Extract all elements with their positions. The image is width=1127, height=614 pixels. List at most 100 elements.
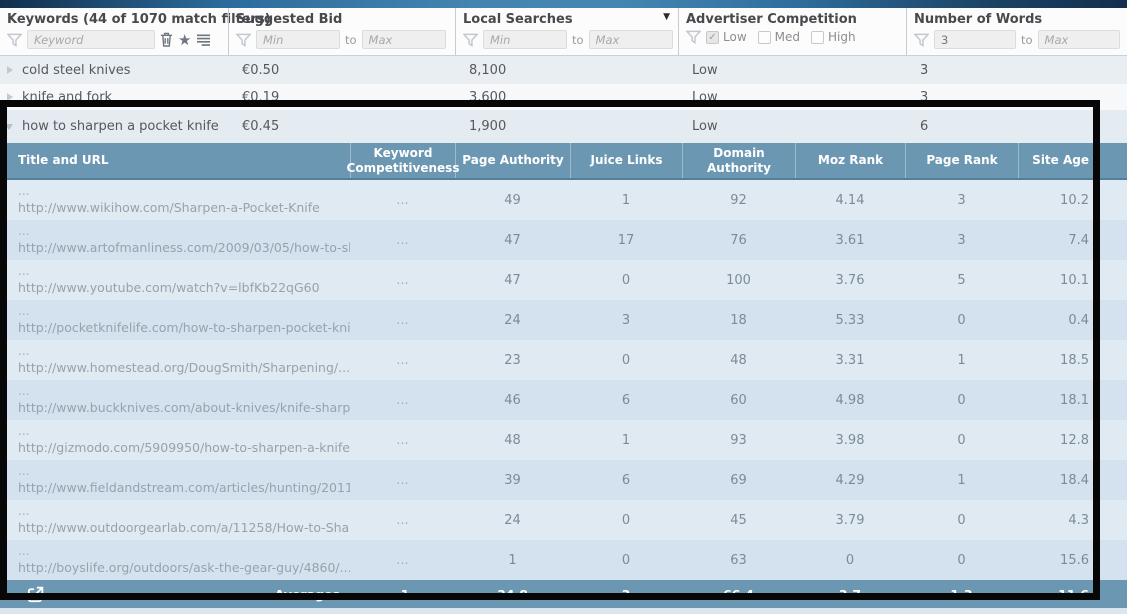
window-titlebar — [0, 0, 1127, 8]
result-url-link[interactable]: http://www.wikihow.com/Sharpen-a-Pocket-… — [18, 200, 350, 215]
searches-value: 1,900 — [455, 119, 678, 134]
kc-value[interactable]: ... — [350, 340, 455, 380]
local-searches-column-header[interactable]: Local Searches — [463, 12, 672, 27]
keyword-text: knife and fork — [22, 90, 112, 105]
number-of-words-column-header[interactable]: Number of Words — [914, 12, 1121, 27]
page-authority-value: 49 — [455, 180, 570, 220]
header-keyword-competitiveness[interactable]: Keyword Competitiveness — [350, 143, 455, 178]
searches-max-input[interactable] — [589, 30, 673, 49]
bid-max-input[interactable] — [362, 30, 446, 49]
bottom-strip — [0, 608, 1127, 614]
filter-funnel-icon[interactable] — [914, 33, 929, 47]
kc-value[interactable]: ... — [350, 260, 455, 300]
kc-value[interactable]: ... — [350, 220, 455, 260]
collapse-arrow-icon[interactable] — [5, 124, 13, 130]
filter-funnel-icon[interactable] — [463, 33, 478, 47]
domain-authority-value: 93 — [682, 420, 795, 460]
page-rank-value: 1 — [905, 460, 1018, 500]
column-local-searches: Local Searches ▼ to — [455, 8, 678, 55]
result-url-link[interactable]: http://pocketknifelife.com/how-to-sharpe… — [18, 320, 350, 335]
keyword-row-expanded[interactable]: how to sharpen a pocket knife €0.45 1,90… — [0, 110, 1127, 143]
keywords-column-header[interactable]: Keywords (44 of 1070 match filters) — [7, 12, 222, 27]
kc-value[interactable]: ... — [350, 380, 455, 420]
kc-value[interactable]: ... — [350, 180, 455, 220]
page-authority-value: 46 — [455, 380, 570, 420]
trash-icon[interactable] — [160, 32, 173, 47]
juice-links-value: 0 — [570, 500, 682, 540]
domain-authority-value: 92 — [682, 180, 795, 220]
header-domain-authority[interactable]: Domain Authority — [682, 143, 795, 178]
domain-authority-value: 48 — [682, 340, 795, 380]
keyword-row[interactable]: cold steel knives €0.50 8,100 Low 3 — [0, 56, 1127, 84]
result-url-link[interactable]: http://www.homestead.org/DougSmith/Sharp… — [18, 360, 350, 375]
column-menu-dropdown-icon[interactable]: ▼ — [663, 12, 670, 22]
result-title: ... — [18, 506, 350, 517]
bid-min-input[interactable] — [256, 30, 340, 49]
result-url-link[interactable]: http://www.outdoorgearlab.com/a/11258/Ho… — [18, 520, 350, 535]
column-suggested-bid: Suggested Bid to — [228, 8, 455, 55]
competition-low-checkbox[interactable]: ✓ Low — [706, 30, 747, 44]
avg-page-rank-value: 1.3 — [905, 580, 1018, 608]
kc-value[interactable]: ... — [350, 300, 455, 340]
header-page-authority[interactable]: Page Authority — [455, 143, 570, 178]
favorite-star-icon[interactable]: ★ — [178, 33, 191, 47]
header-juice-links[interactable]: Juice Links — [570, 143, 682, 178]
result-title: ... — [18, 386, 350, 397]
result-url-link[interactable]: http://www.youtube.com/watch?v=lbfKb22qG… — [18, 280, 350, 295]
searches-min-input[interactable] — [483, 30, 567, 49]
notes-list-icon[interactable] — [196, 33, 211, 46]
kc-value[interactable]: ... — [350, 500, 455, 540]
filter-funnel-icon[interactable] — [7, 33, 22, 47]
words-max-input[interactable] — [1038, 30, 1120, 49]
result-url-link[interactable]: http://boyslife.org/outdoors/ask-the-gea… — [18, 560, 350, 575]
kc-value[interactable]: ... — [350, 420, 455, 460]
words-value: 3 — [906, 63, 1127, 78]
header-title-and-url[interactable]: Title and URL — [0, 143, 350, 178]
juice-links-value: 17 — [570, 220, 682, 260]
words-value: 6 — [906, 119, 1127, 134]
bid-value: €0.50 — [228, 63, 455, 78]
filter-funnel-icon[interactable] — [686, 30, 701, 44]
kc-value[interactable]: ... — [350, 460, 455, 500]
advertiser-competition-column-header[interactable]: Advertiser Competition — [686, 12, 900, 27]
competition-high-checkbox[interactable]: High — [811, 30, 856, 44]
competition-med-checkbox[interactable]: Med — [758, 30, 800, 44]
juice-links-value: 0 — [570, 540, 682, 580]
bid-value: €0.19 — [228, 90, 455, 105]
page-rank-value: 3 — [905, 180, 1018, 220]
result-url-link[interactable]: http://www.buckknives.com/about-knives/k… — [18, 400, 350, 415]
kc-value[interactable]: ... — [350, 540, 455, 580]
filter-funnel-icon[interactable] — [236, 33, 251, 47]
result-title: ... — [18, 546, 350, 557]
external-link-icon[interactable] — [26, 585, 45, 604]
competition-value: Low — [678, 90, 906, 105]
juice-links-value: 3 — [570, 300, 682, 340]
keyword-row[interactable]: knife and fork €0.19 3,600 Low 3 — [0, 84, 1127, 110]
header-page-rank[interactable]: Page Rank — [905, 143, 1018, 178]
serp-result-row: ...http://pocketknifelife.com/how-to-sha… — [0, 300, 1127, 340]
header-site-age[interactable]: Site Age — [1018, 143, 1127, 178]
column-number-of-words: Number of Words to — [906, 8, 1127, 55]
result-url-link[interactable]: http://gizmodo.com/5909950/how-to-sharpe… — [18, 440, 350, 455]
competition-value: Low — [678, 63, 906, 78]
result-url-link[interactable]: http://www.fieldandstream.com/articles/h… — [18, 480, 350, 495]
moz-rank-value: 4.14 — [795, 180, 905, 220]
keyword-filter-input[interactable] — [27, 30, 155, 49]
suggested-bid-column-header[interactable]: Suggested Bid — [236, 12, 449, 27]
page-rank-value: 0 — [905, 540, 1018, 580]
site-age-value: 10.2 — [1018, 180, 1127, 220]
header-moz-rank[interactable]: Moz Rank — [795, 143, 905, 178]
expand-arrow-icon[interactable] — [7, 66, 13, 74]
keyword-research-app: Keywords (44 of 1070 match filters) ★ Su… — [0, 0, 1127, 614]
domain-authority-value: 45 — [682, 500, 795, 540]
page-authority-value: 47 — [455, 220, 570, 260]
expand-arrow-icon[interactable] — [7, 93, 13, 101]
words-min-input[interactable] — [934, 30, 1016, 49]
moz-rank-value: 3.31 — [795, 340, 905, 380]
result-title: ... — [18, 426, 350, 437]
result-url-link[interactable]: http://www.artofmanliness.com/2009/03/05… — [18, 240, 350, 255]
keyword-text: how to sharpen a pocket knife — [22, 119, 219, 134]
checkbox-unchecked-icon — [811, 31, 824, 44]
bid-value: €0.45 — [228, 119, 455, 134]
to-label: to — [572, 33, 584, 47]
